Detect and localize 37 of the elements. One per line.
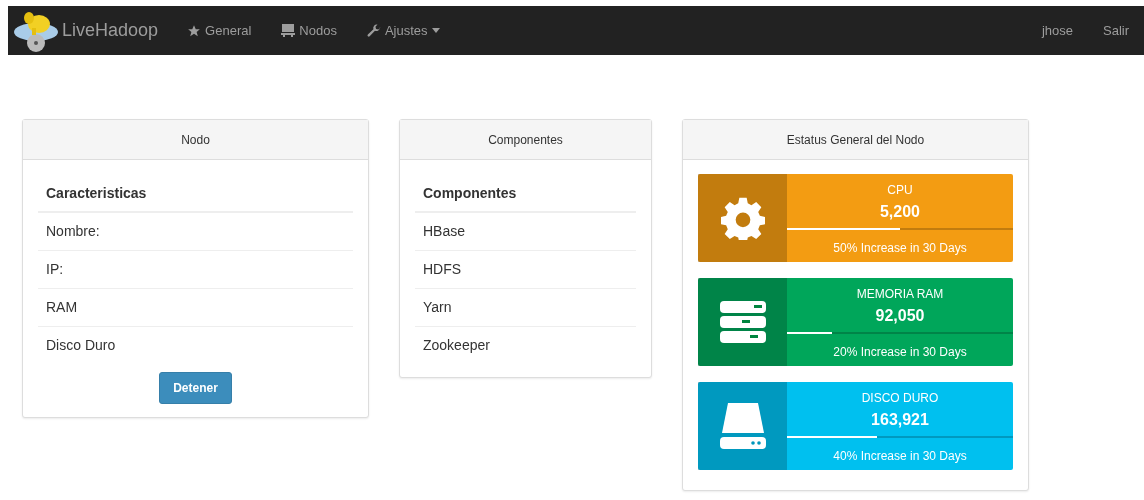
panel-title: Nodo [23,120,368,160]
hard-drive-icon [719,403,766,449]
caret-icon [431,28,440,33]
list-heading: Componentes [415,175,636,213]
stat-value: 5,200 [879,203,920,221]
list-row: IP: [38,251,353,289]
brand-link[interactable]: LiveHadoop [12,9,159,52]
panel-title: Estatus General del Nodo [683,120,1028,160]
list-row-text: Zookeeper [422,336,491,355]
nav-link[interactable]: General [172,23,267,38]
server-icon [719,301,766,343]
elephant-cloud-logo [12,9,60,52]
stat-note: 40% Increase in 30 Days [833,449,967,463]
list-row: HDFS [415,251,636,289]
user-link[interactable]: jhose [1026,23,1088,38]
gear-icon [720,196,765,240]
stat-value: 92,050 [875,307,925,325]
list-row: HBase [415,213,636,251]
stop-button[interactable]: Detener [159,372,232,404]
stat-label: DISCO DURO [861,391,939,405]
star-icon [187,23,202,38]
list-row-text: Disco Duro [45,336,117,355]
stat-note: 20% Increase in 30 Days [833,345,967,359]
list-row: Nombre: [38,213,353,251]
monitor-icon [281,24,296,37]
stat-label: MEMORIA RAM [856,287,944,301]
panel-title: Componentes [400,120,651,160]
wrench-icon [366,23,381,38]
stat-label: CPU [887,183,913,197]
list-heading: Caracteristicas [38,175,353,213]
stat-value: 163,921 [871,411,929,429]
stat-note: 50% Increase in 30 Days [833,241,967,255]
logout-link[interactable]: Salir [1088,23,1144,38]
list-row: Yarn [415,289,636,327]
list-row: RAM [38,289,353,327]
nav-link[interactable]: Ajustes [351,23,455,38]
nav-link[interactable]: Nodos [266,23,352,38]
